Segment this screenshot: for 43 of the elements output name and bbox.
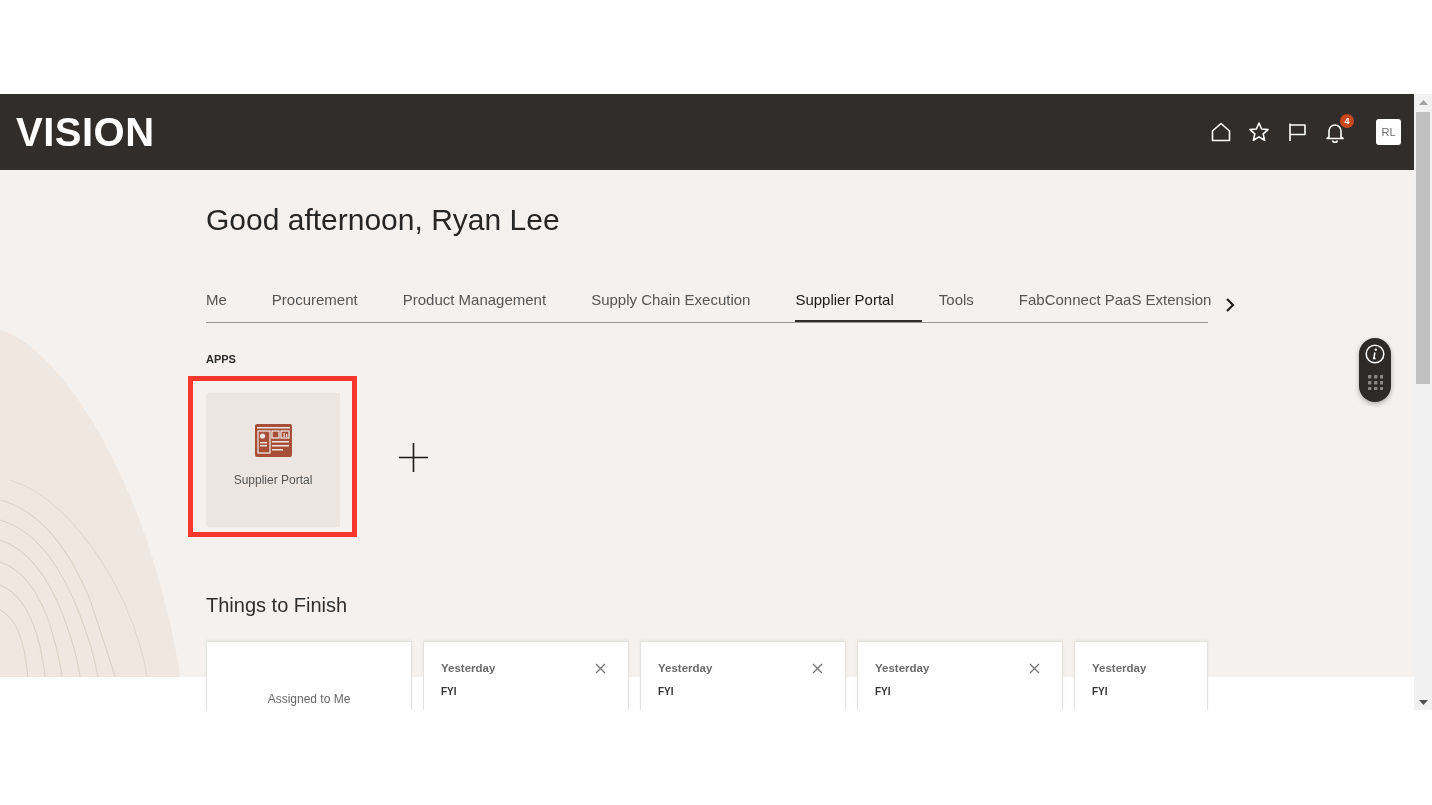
- card-label: Assigned to Me: [267, 692, 351, 706]
- section-heading: APPS: [206, 352, 236, 366]
- bell-icon[interactable]: [1324, 121, 1346, 143]
- flag-icon[interactable]: [1286, 121, 1308, 143]
- dots-grid-icon[interactable]: [1367, 375, 1383, 390]
- scroll-down-icon[interactable]: [1418, 700, 1428, 705]
- app-tile[interactable]: Supplier Portal: [206, 393, 340, 527]
- close-icon[interactable]: [1029, 662, 1040, 674]
- logo[interactable]: VISION: [16, 112, 155, 152]
- close-icon[interactable]: [812, 662, 823, 674]
- card-type: FYI: [658, 686, 674, 698]
- notification-badge: 4: [1340, 114, 1354, 128]
- dashboard-icon: [254, 424, 292, 457]
- notification-card[interactable]: Yesterday FYI: [640, 641, 846, 710]
- notification-card[interactable]: Yesterday FYI: [1074, 641, 1208, 710]
- card-date: Yesterday: [658, 661, 713, 675]
- card-type: FYI: [875, 686, 891, 698]
- card-type: FYI: [441, 686, 457, 698]
- tab[interactable]: Supply Chain Execution: [591, 290, 779, 322]
- tab[interactable]: Tools: [938, 290, 1002, 322]
- tab[interactable]: FabConnect PaaS Extension: [1018, 290, 1212, 322]
- scrollbar-thumb[interactable]: [1416, 112, 1430, 384]
- tab[interactable]: Product Management: [402, 290, 575, 322]
- task-card[interactable]: Assigned to Me: [206, 641, 412, 710]
- close-icon[interactable]: [595, 662, 606, 674]
- notification-card[interactable]: Yesterday FYI: [423, 641, 629, 710]
- plus-icon[interactable]: [399, 442, 428, 472]
- tab[interactable]: Procurement: [271, 290, 386, 322]
- tab[interactable]: Supplier Portal: [795, 290, 922, 322]
- greeting: Good afternoon, Ryan Lee: [206, 202, 561, 238]
- card-type: FYI: [1092, 686, 1108, 698]
- info-icon[interactable]: [1365, 344, 1385, 364]
- card-date: Yesterday: [441, 661, 496, 675]
- tab[interactable]: Me: [206, 290, 255, 322]
- card-date: Yesterday: [1092, 661, 1147, 675]
- card-date: Yesterday: [875, 661, 930, 675]
- scrollbar[interactable]: [1414, 94, 1432, 710]
- user-avatar[interactable]: RL: [1376, 119, 1401, 145]
- chevron-right-icon[interactable]: [1225, 297, 1235, 313]
- home-icon[interactable]: [1210, 121, 1232, 143]
- section-heading: Things to Finish: [206, 593, 348, 617]
- star-icon[interactable]: [1248, 121, 1270, 143]
- notification-card[interactable]: Yesterday FYI: [857, 641, 1063, 710]
